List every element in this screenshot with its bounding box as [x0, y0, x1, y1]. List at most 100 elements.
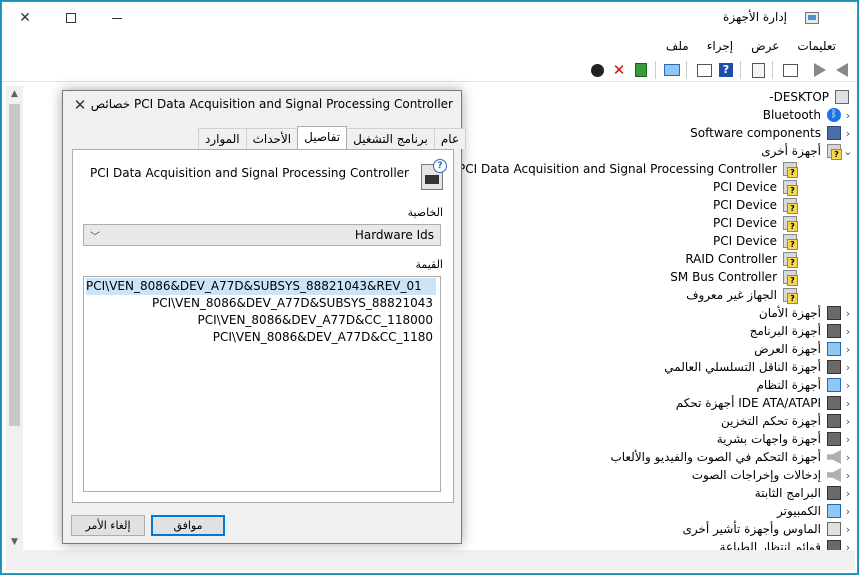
tree-item-sm-bus-controller[interactable]: SM Bus Controller: [666, 268, 798, 286]
chevron-left-icon[interactable]: ‹: [841, 451, 855, 464]
ok-button[interactable]: موافق: [151, 515, 225, 536]
storage-controllers-icon: [827, 414, 841, 428]
cancel-button[interactable]: إلغاء الأمر: [71, 515, 145, 536]
chevron-left-icon[interactable]: ‹: [841, 541, 855, 551]
tree-root[interactable]: DESKTOP-: [765, 88, 849, 106]
uninstall-device-button[interactable]: ✕: [609, 60, 629, 80]
tab-details[interactable]: تفاصيل: [297, 126, 348, 149]
vertical-scrollbar[interactable]: ▲ ▼: [6, 86, 23, 550]
menu-help[interactable]: تعليمات: [788, 36, 845, 56]
toolbar-separator: [740, 61, 741, 79]
menu-view[interactable]: عرض: [742, 36, 788, 56]
tree-item-pci-device[interactable]: PCI Device: [709, 196, 798, 214]
chevron-left-icon[interactable]: ‹: [841, 307, 855, 320]
bluetooth-icon: ᛒ: [827, 108, 841, 122]
minimize-button[interactable]: [94, 2, 140, 34]
horizontal-scrollbar[interactable]: [6, 550, 855, 570]
list-item[interactable]: PCI\VEN_8086&DEV_A77D&CC_118000: [197, 312, 436, 329]
unknown-device-icon: [783, 198, 798, 214]
toolbar-separator: [655, 61, 656, 79]
tree-item-other-devices[interactable]: ⌄ أجهزة أخرى: [757, 142, 855, 160]
software-components-icon: [827, 126, 841, 140]
tab-events[interactable]: الأحداث: [245, 128, 299, 149]
chevron-left-icon[interactable]: ‹: [841, 469, 855, 482]
tree-item-bluetooth[interactable]: ‹ ᛒ Bluetooth: [759, 106, 855, 124]
tree-item-pci-device[interactable]: PCI Device: [709, 214, 798, 232]
tree-item-software-devices[interactable]: ‹ أجهزة البرنامج: [746, 322, 855, 340]
dialog-close-button[interactable]: ✕: [69, 94, 91, 116]
toolbar-separator: [772, 61, 773, 79]
properties-button[interactable]: [748, 60, 768, 80]
system-devices-icon: [827, 378, 841, 392]
tab-driver[interactable]: برنامج التشغيل: [346, 128, 435, 149]
security-devices-icon: [827, 306, 841, 320]
update-driver-button[interactable]: [631, 60, 651, 80]
dialog-title: خصائص PCI Data Acquisition and Signal Pr…: [90, 97, 453, 111]
tree-item-software-components[interactable]: ‹ Software components: [686, 124, 855, 142]
chevron-down-icon: ﹀: [90, 232, 100, 243]
enable-device-button[interactable]: [587, 60, 607, 80]
help-icon: ?: [719, 63, 733, 77]
scrollbar-thumb[interactable]: [9, 104, 20, 426]
list-item[interactable]: PCI\VEN_8086&DEV_A77D&SUBSYS_88821043&RE…: [86, 278, 436, 295]
scan-hardware-button[interactable]: [662, 60, 682, 80]
tree-item-unknown-device[interactable]: الجهاز غير معروف: [682, 286, 798, 304]
tree-item-pci-device[interactable]: PCI Device: [709, 178, 798, 196]
tab-general[interactable]: عام: [433, 128, 467, 149]
tree-item-print-queues[interactable]: ‹ قوائم انتظار الطباعة: [715, 538, 855, 550]
tab-resources[interactable]: الموارد: [198, 128, 247, 149]
tree-item-security-devices[interactable]: ‹ أجهزة الأمان: [755, 304, 855, 322]
back-button[interactable]: [832, 60, 852, 80]
maximize-icon: [66, 13, 76, 23]
show-hide-tree-button[interactable]: [694, 60, 714, 80]
console-tree-button[interactable]: [780, 60, 800, 80]
unknown-device-icon: [783, 252, 798, 268]
chevron-left-icon[interactable]: ‹: [841, 361, 855, 374]
chevron-left-icon[interactable]: ‹: [841, 343, 855, 356]
scroll-down-icon[interactable]: ▼: [6, 534, 23, 550]
menu-action[interactable]: إجراء: [698, 36, 742, 56]
tree-item-sound-video[interactable]: ‹ أجهزة التحكم في الصوت والفيديو والألعا…: [606, 448, 855, 466]
tree-item-raid-controller[interactable]: RAID Controller: [681, 250, 798, 268]
chevron-left-icon[interactable]: ‹: [841, 505, 855, 518]
help-button[interactable]: ?: [716, 60, 736, 80]
tree-item-audio-io[interactable]: ‹ إدخالات وإخراجات الصوت: [688, 466, 855, 484]
chevron-left-icon[interactable]: ‹: [841, 379, 855, 392]
property-select-value: Hardware Ids: [354, 228, 434, 242]
tree-item-display-adapters[interactable]: ‹ أجهزة العرض: [750, 340, 855, 358]
tree-item-pci-device[interactable]: PCI Device: [709, 232, 798, 250]
device-tree: DESKTOP- ‹ ᛒ Bluetooth ‹ Software compon…: [462, 86, 855, 550]
chevron-down-icon[interactable]: ⌄: [841, 145, 855, 158]
tree-item-computer[interactable]: ‹ الكمبيوتر: [773, 502, 855, 520]
chevron-left-icon[interactable]: ‹: [841, 487, 855, 500]
list-item[interactable]: PCI\VEN_8086&DEV_A77D&CC_1180: [213, 329, 436, 346]
forward-button[interactable]: [810, 60, 830, 80]
maximize-button[interactable]: [48, 2, 94, 34]
chevron-left-icon[interactable]: ‹: [841, 415, 855, 428]
tree-item-usb-controllers[interactable]: ‹ أجهزة الناقل التسلسلي العالمي: [660, 358, 855, 376]
chevron-left-icon[interactable]: ‹: [841, 523, 855, 536]
properties-icon: [751, 62, 765, 78]
value-list[interactable]: PCI\VEN_8086&DEV_A77D&SUBSYS_88821043&RE…: [83, 276, 441, 492]
tree-item-mice[interactable]: ‹ الماوس وأجهزة تأشير أخرى: [678, 520, 855, 538]
arrow-right-icon: [814, 63, 826, 77]
list-item[interactable]: PCI\VEN_8086&DEV_A77D&SUBSYS_88821043: [152, 295, 436, 312]
chevron-left-icon[interactable]: ‹: [841, 109, 855, 122]
chevron-left-icon[interactable]: ‹: [841, 325, 855, 338]
chevron-left-icon[interactable]: ‹: [841, 433, 855, 446]
tree-item-storage-controllers[interactable]: ‹ أجهزة تحكم التخزين: [717, 412, 855, 430]
tree-item-ide-controllers[interactable]: ‹ IDE ATA/ATAPI أجهزة تحكم: [672, 394, 855, 412]
property-select[interactable]: Hardware Ids ﹀: [83, 224, 441, 246]
hid-devices-icon: [827, 432, 841, 446]
tree-item-firmware[interactable]: ‹ البرامج الثابتة: [751, 484, 855, 502]
close-window-button[interactable]: ✕: [2, 2, 48, 34]
details-panel: PCI Data Acquisition and Signal Processi…: [72, 149, 454, 503]
unknown-device-icon: [783, 288, 798, 304]
chevron-left-icon[interactable]: ‹: [841, 127, 855, 140]
tree-item-pci-data-acquisition[interactable]: PCI Data Acquisition and Signal Processi…: [462, 160, 798, 178]
tree-item-hid-devices[interactable]: ‹ أجهزة واجهات بشرية: [713, 430, 855, 448]
menu-file[interactable]: ملف: [657, 36, 698, 56]
tree-item-system-devices[interactable]: ‹ أجهزة النظام: [752, 376, 855, 394]
chevron-left-icon[interactable]: ‹: [841, 397, 855, 410]
scroll-up-icon[interactable]: ▲: [6, 86, 23, 102]
